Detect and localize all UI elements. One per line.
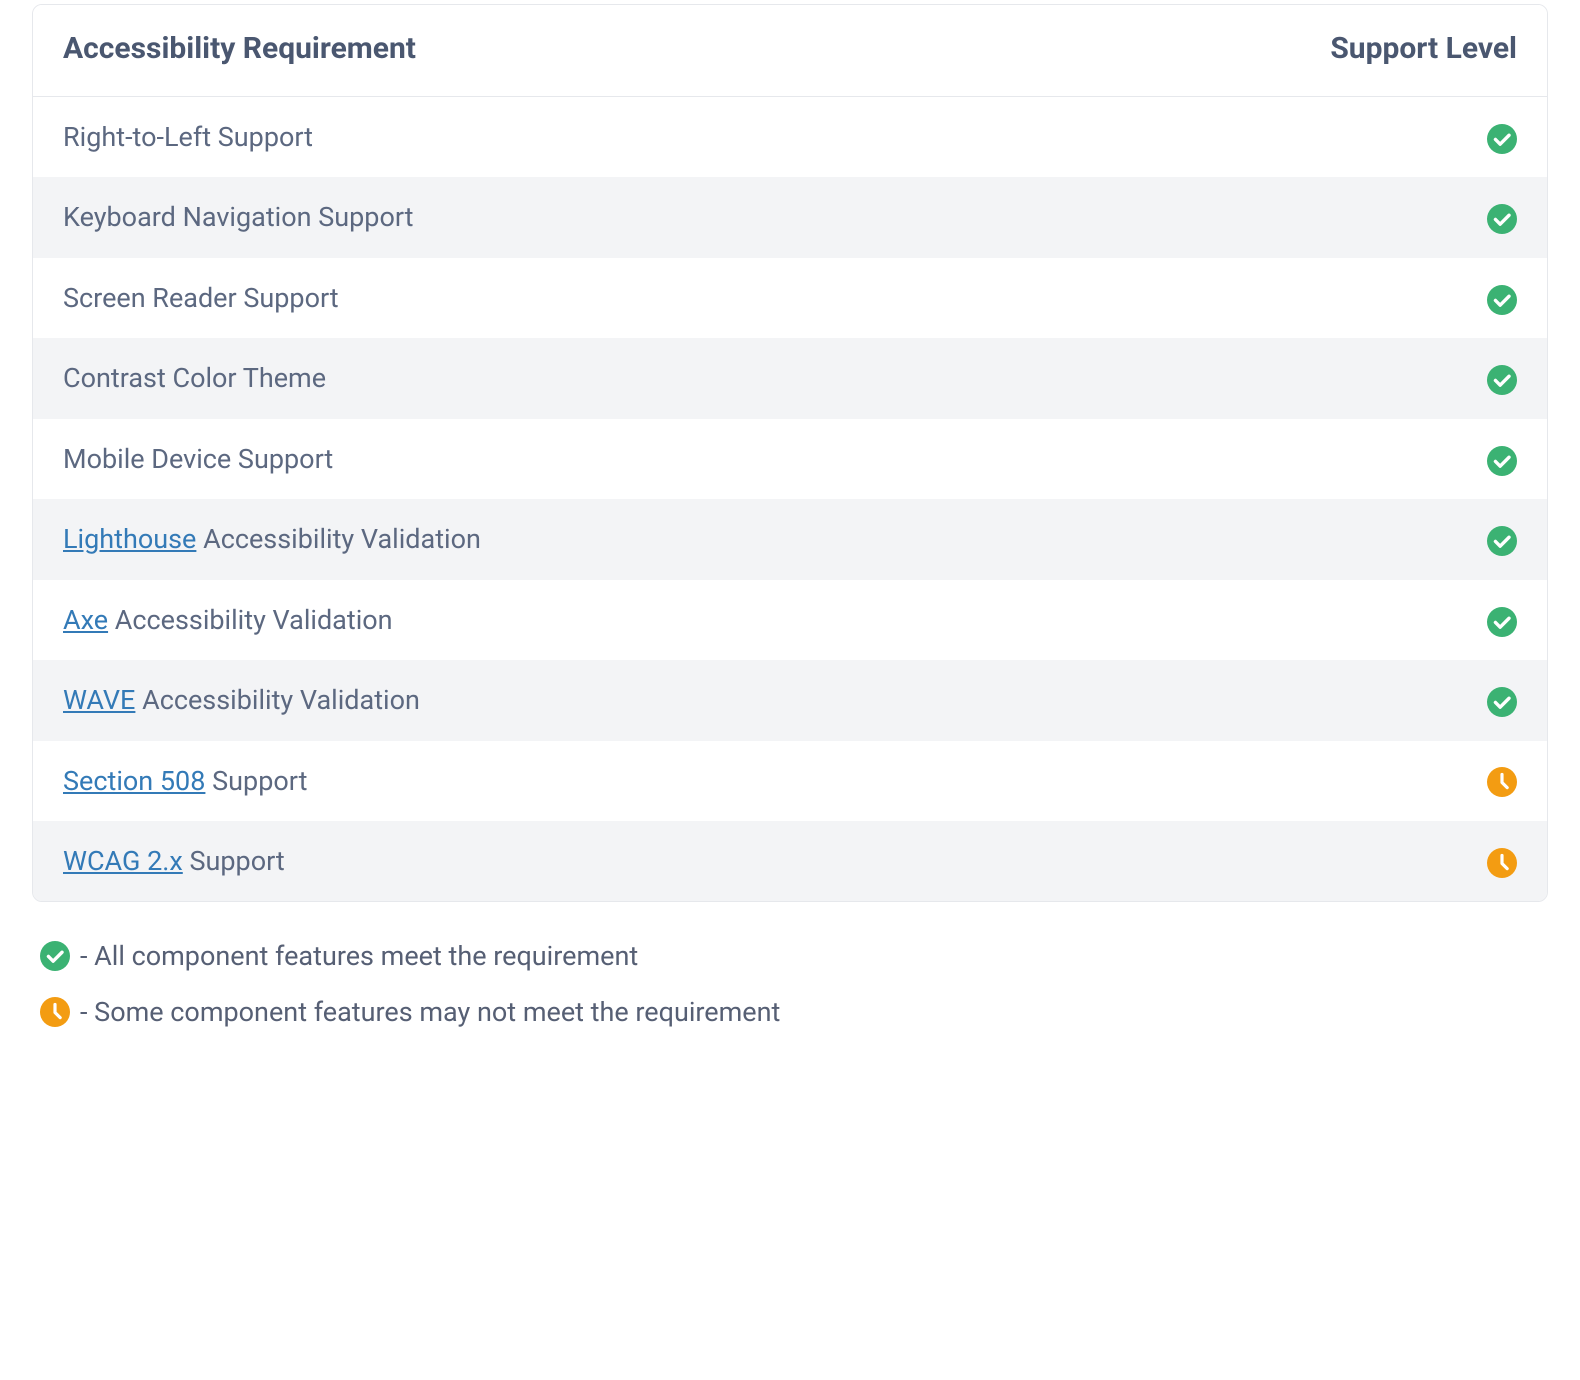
clock-icon	[1487, 767, 1517, 797]
requirement-text: Support	[183, 845, 285, 877]
check-circle-icon	[40, 941, 70, 971]
requirement-cell: Section 508 Support	[33, 741, 1032, 821]
requirement-cell: Screen Reader Support	[33, 258, 1032, 338]
table-row: Right-to-Left Support	[33, 97, 1547, 178]
check-circle-icon	[1487, 124, 1517, 154]
support-cell	[1032, 419, 1547, 499]
table-header-row: Accessibility Requirement Support Level	[33, 5, 1547, 97]
accessibility-table-container: Accessibility Requirement Support Level …	[32, 4, 1548, 902]
requirement-text: Right-to-Left Support	[63, 121, 313, 153]
check-circle-icon	[1487, 526, 1517, 556]
requirement-text: Mobile Device Support	[63, 443, 333, 475]
requirement-text: Accessibility Validation	[135, 684, 420, 716]
table-row: Axe Accessibility Validation	[33, 580, 1547, 660]
requirement-cell: Mobile Device Support	[33, 419, 1032, 499]
table-row: Mobile Device Support	[33, 419, 1547, 499]
requirement-cell: Axe Accessibility Validation	[33, 580, 1032, 660]
legend-partial-label: - Some component features may not meet t…	[80, 996, 780, 1028]
clock-icon	[1487, 848, 1517, 878]
table-row: Keyboard Navigation Support	[33, 177, 1547, 257]
column-header-requirement: Accessibility Requirement	[33, 5, 1032, 97]
requirement-cell: Right-to-Left Support	[33, 97, 1032, 178]
requirement-cell: Contrast Color Theme	[33, 338, 1032, 418]
requirement-link[interactable]: WCAG 2.x	[63, 845, 183, 877]
support-cell	[1032, 177, 1547, 257]
requirement-cell: WAVE Accessibility Validation	[33, 660, 1032, 740]
requirement-link[interactable]: WAVE	[63, 684, 135, 716]
clock-icon	[40, 997, 70, 1027]
legend-full: - All component features meet the requir…	[40, 940, 1548, 972]
check-circle-icon	[1487, 365, 1517, 395]
check-circle-icon	[1487, 285, 1517, 315]
support-cell	[1032, 580, 1547, 660]
table-row: Screen Reader Support	[33, 258, 1547, 338]
requirement-text: Accessibility Validation	[108, 604, 393, 636]
requirement-text: Contrast Color Theme	[63, 362, 326, 394]
requirement-text: Accessibility Validation	[196, 523, 481, 555]
requirement-text: Keyboard Navigation Support	[63, 201, 414, 233]
support-cell	[1032, 499, 1547, 579]
page: Accessibility Requirement Support Level …	[0, 0, 1580, 1092]
legend-partial: - Some component features may not meet t…	[40, 996, 1548, 1028]
requirement-link[interactable]: Section 508	[63, 765, 205, 797]
check-circle-icon	[1487, 687, 1517, 717]
legend-full-label: - All component features meet the requir…	[80, 940, 638, 972]
legend: - All component features meet the requir…	[32, 940, 1548, 1028]
support-cell	[1032, 821, 1547, 901]
support-cell	[1032, 97, 1547, 178]
requirement-link[interactable]: Axe	[63, 604, 108, 636]
check-circle-icon	[1487, 204, 1517, 234]
table-row: WCAG 2.x Support	[33, 821, 1547, 901]
requirement-text: Support	[205, 765, 307, 797]
table-row: Contrast Color Theme	[33, 338, 1547, 418]
support-cell	[1032, 258, 1547, 338]
table-row: WAVE Accessibility Validation	[33, 660, 1547, 740]
requirement-cell: WCAG 2.x Support	[33, 821, 1032, 901]
table-row: Section 508 Support	[33, 741, 1547, 821]
check-circle-icon	[1487, 607, 1517, 637]
check-circle-icon	[1487, 446, 1517, 476]
accessibility-table: Accessibility Requirement Support Level …	[33, 5, 1547, 901]
support-cell	[1032, 338, 1547, 418]
requirement-cell: Keyboard Navigation Support	[33, 177, 1032, 257]
column-header-support: Support Level	[1032, 5, 1547, 97]
requirement-cell: Lighthouse Accessibility Validation	[33, 499, 1032, 579]
support-cell	[1032, 741, 1547, 821]
table-row: Lighthouse Accessibility Validation	[33, 499, 1547, 579]
requirement-link[interactable]: Lighthouse	[63, 523, 196, 555]
support-cell	[1032, 660, 1547, 740]
requirement-text: Screen Reader Support	[63, 282, 339, 314]
